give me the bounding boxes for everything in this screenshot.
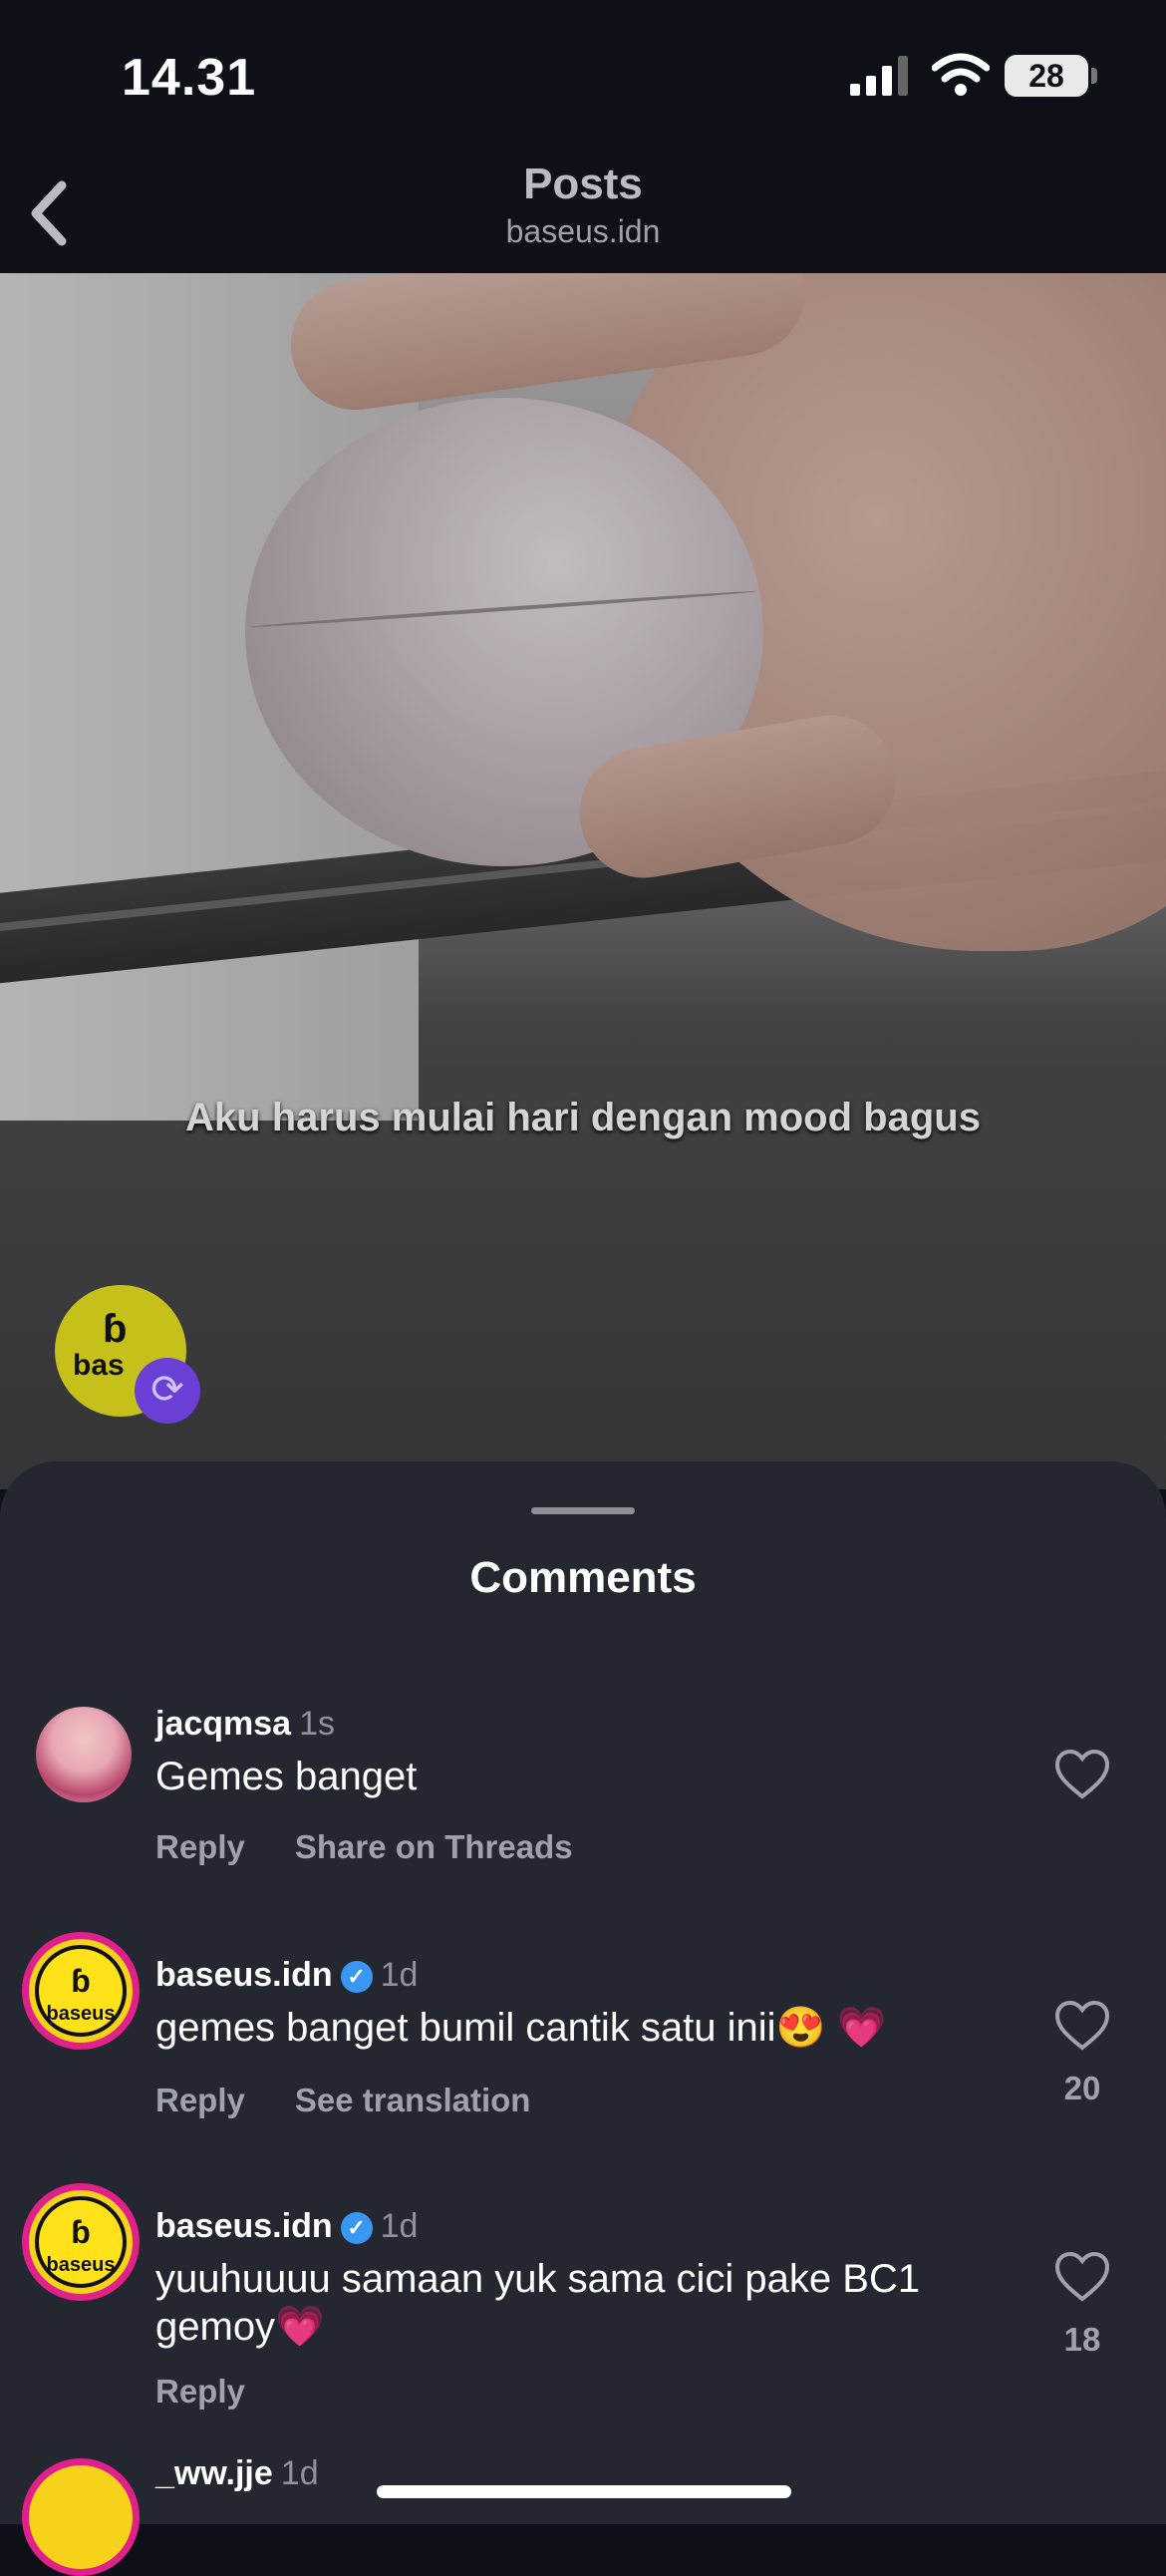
header: Posts baseus.idn (0, 150, 1166, 273)
comment-actions: Reply Share on Threads (155, 1828, 623, 1866)
comment-time: 1d (380, 1956, 419, 1994)
verified-badge-icon: ✓ (340, 1961, 373, 1993)
reply-button[interactable]: Reply (155, 2373, 245, 2410)
reply-button[interactable]: Reply (155, 1828, 245, 1865)
brand-logo-icon: ɓ (103, 1307, 128, 1351)
comment-username[interactable]: baseus.idn ✓ 1d (155, 1956, 418, 1995)
like-count: 20 (1063, 2070, 1101, 2106)
username[interactable]: baseus.idn (155, 1956, 333, 1994)
comments-sheet: Comments jacqmsa 1s Gemes banget Reply Sha… (0, 1461, 1166, 2576)
avatar[interactable]: ɓ baseus (22, 1932, 140, 2050)
comments-title: Comments (469, 1553, 697, 1602)
avatar[interactable]: ɓ baseus (22, 2183, 140, 2301)
page-subtitle[interactable]: baseus.idn (0, 213, 1166, 250)
username[interactable]: baseus.idn (155, 2207, 333, 2245)
username[interactable]: _ww.jje (155, 2454, 273, 2492)
avatar-inner: ɓ baseus (35, 1945, 127, 2037)
brand-logo-icon: ɓ (71, 2214, 91, 2250)
reply-button[interactable]: Reply (155, 2082, 245, 2118)
comment-actions: Reply (155, 2373, 295, 2411)
battery-tip (1091, 68, 1097, 84)
status-bar: 14.31 28 (0, 0, 1166, 150)
comment-time: 1s (299, 1705, 336, 1743)
username[interactable]: jacqmsa (155, 1705, 291, 1743)
battery-indicator: 28 (1005, 55, 1088, 97)
comment-text: Gemes banget (155, 1755, 418, 1798)
heart-icon[interactable] (1054, 1749, 1110, 1800)
avatar[interactable] (36, 1707, 132, 1802)
verified-badge-icon: ✓ (340, 2212, 373, 2244)
signal-icon (850, 56, 908, 96)
video-caption: Aku harus mulai hari dengan mood bagus (185, 1096, 981, 1139)
see-translation-button[interactable]: See translation (295, 2082, 531, 2118)
heart-icon[interactable] (1054, 2000, 1110, 2052)
brand-logo-icon: ɓ (71, 1963, 91, 1999)
sheet-grabber[interactable] (531, 1507, 635, 1514)
wifi-icon (932, 53, 990, 96)
like-count: 18 (1063, 2321, 1101, 2358)
share-on-threads-button[interactable]: Share on Threads (295, 1828, 573, 1865)
avatar-brand-text: baseus (46, 2254, 116, 2276)
comment-text: gemes banget bumil cantik satu inii😍 💗 (155, 2006, 887, 2050)
avatar-inner: ɓ baseus (35, 2196, 127, 2288)
comment-actions: Reply See translation (155, 2082, 580, 2119)
media-shade (0, 273, 1166, 1489)
post-avatar-text: bas (73, 1349, 125, 1382)
avatar-brand-text: baseus (46, 2003, 116, 2025)
comment-username[interactable]: jacqmsa 1s (155, 1705, 335, 1744)
avatar[interactable] (22, 2458, 140, 2576)
comment-time: 1d (380, 2207, 419, 2245)
post-media[interactable]: Aku harus mulai hari dengan mood bagus ɓ… (0, 273, 1166, 1489)
comment-username[interactable]: _ww.jje 1d (155, 2454, 319, 2493)
comment-username[interactable]: baseus.idn ✓ 1d (155, 2207, 418, 2246)
repost-icon: ⟳ (135, 1358, 200, 1424)
home-indicator[interactable] (377, 2485, 791, 2498)
comment-text: yuuhuuuu samaan yuk sama cici pake BC1 g… (155, 2257, 921, 2349)
status-time: 14.31 (122, 49, 257, 107)
comment-time: 1d (280, 2454, 319, 2492)
heart-icon[interactable] (1054, 2251, 1110, 2303)
page-title: Posts (523, 160, 643, 208)
